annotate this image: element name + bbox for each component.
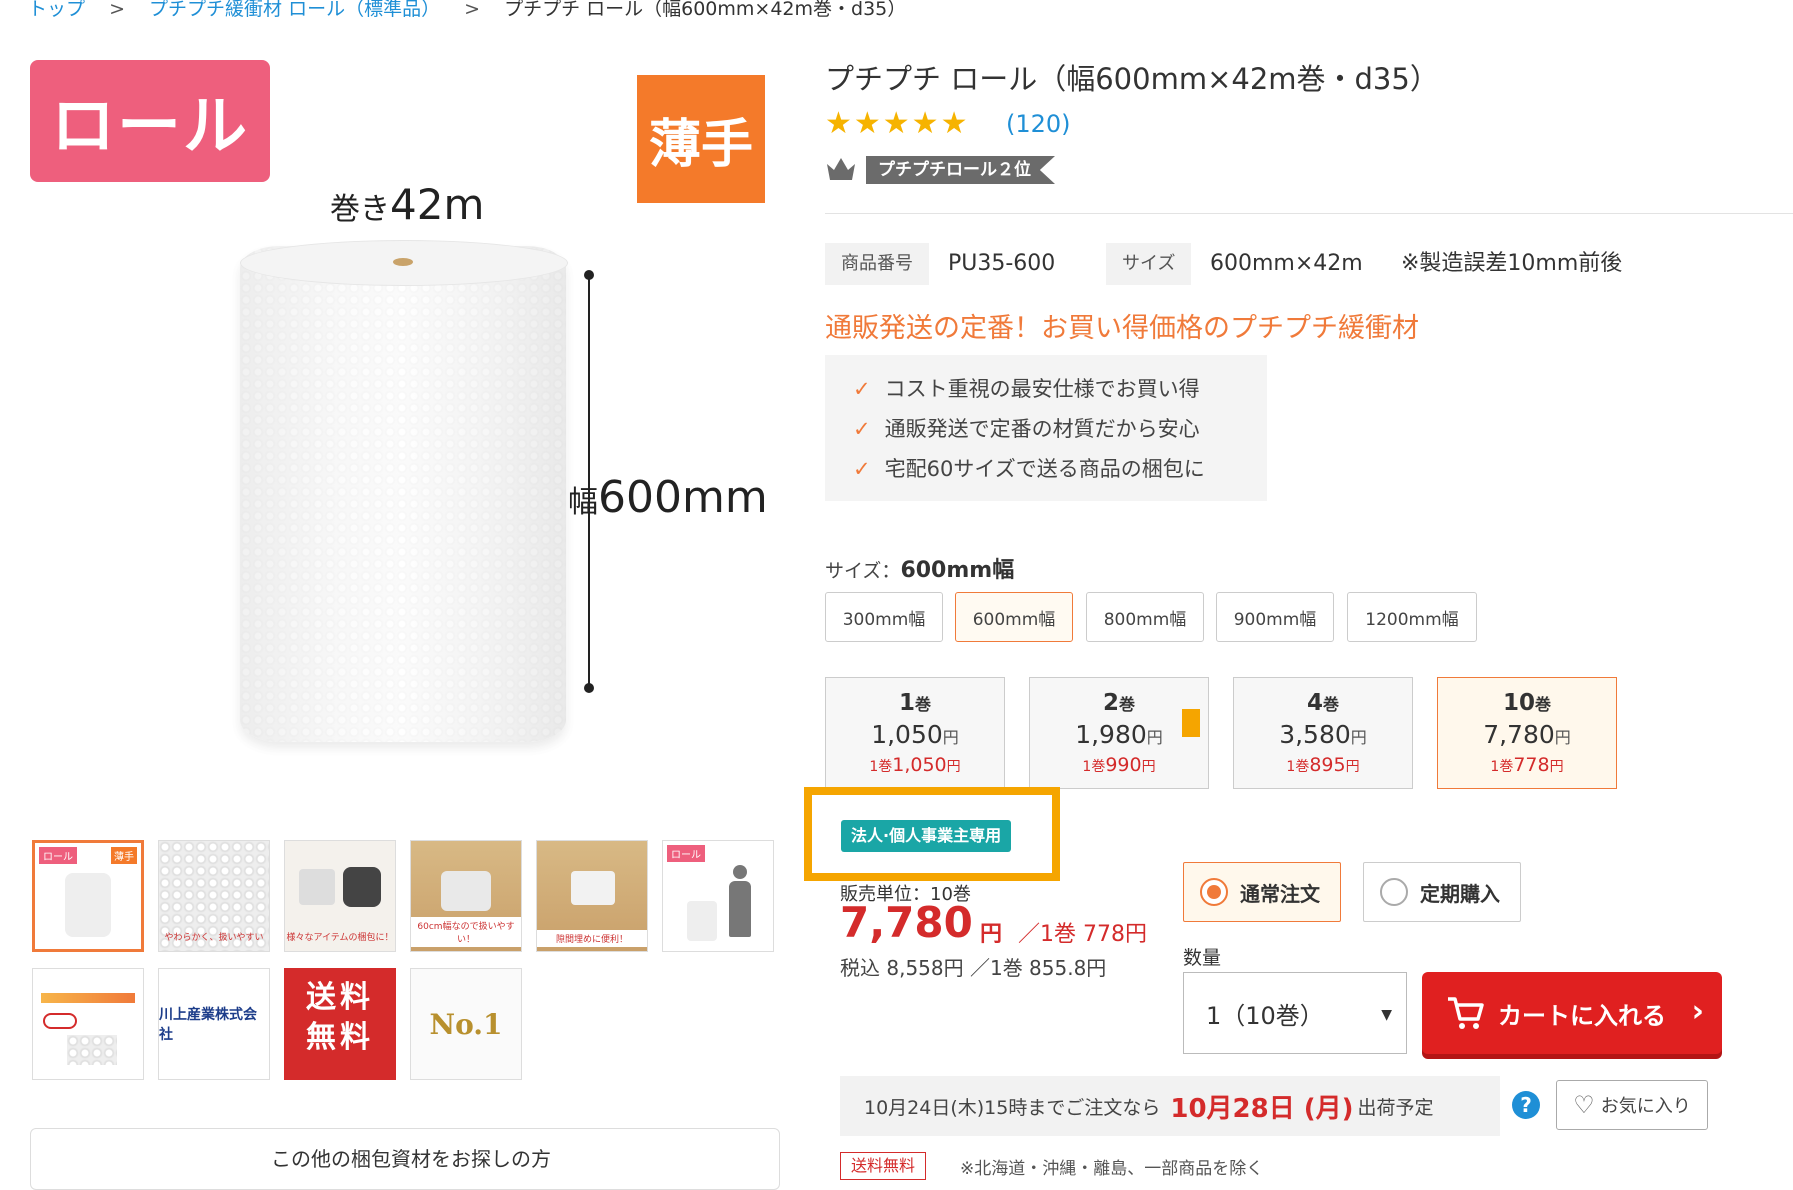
- favorite-button[interactable]: ♡ お気に入り: [1556, 1080, 1708, 1130]
- roll-core: [393, 258, 413, 266]
- heart-icon: ♡: [1573, 1091, 1595, 1119]
- thin-badge: 薄手: [637, 75, 765, 203]
- sku-value: PU35-600: [948, 251, 1056, 276]
- free-shipping-note: ※北海道・沖縄・離島、一部商品を除く: [960, 1159, 1264, 1179]
- free-shipping-tag: 送料無料: [840, 1152, 927, 1180]
- thumbnail-2[interactable]: やわらかく、扱いやすい: [158, 840, 270, 952]
- size-spec-note: ※製造誤差10mm前後: [1401, 251, 1623, 276]
- size-option-600[interactable]: 600mm幅: [955, 592, 1073, 642]
- thumb-caption: 隙間埋めに便利！: [537, 930, 647, 947]
- review-count-link[interactable]: (120): [1006, 110, 1071, 138]
- thumbnail-10[interactable]: No.1: [410, 968, 522, 1080]
- price-per-unit: ／1巻 778円: [1018, 922, 1147, 947]
- qty-card-1[interactable]: 1巻 1,050円 1巻1,050円: [825, 677, 1005, 789]
- corporate-only-badge: 法人·個人事業主専用: [841, 820, 1012, 852]
- feature-list: ✓ コスト重視の最安仕様でお買い得 ✓ 通販発送で定番の材質だから安心 ✓ 宅配60サ…: [825, 355, 1267, 501]
- rating-stars-icon: ★★★★★: [825, 106, 970, 141]
- chevron-down-icon: ▼: [1381, 1007, 1392, 1023]
- thumb-caption: やわらかく、扱いやすい: [164, 933, 264, 943]
- divider: [825, 213, 1793, 214]
- other-materials-bar[interactable]: この他の梱包資材をお探しの方: [30, 1128, 780, 1190]
- breadcrumb-separator: >: [464, 0, 481, 20]
- radio-on-icon: [1200, 878, 1228, 906]
- shipping-info: 10月24日(木)15時までご注文なら 10月28日 (月) 出荷予定: [840, 1076, 1500, 1136]
- thumb-caption: No.1: [429, 1007, 503, 1041]
- breadcrumb-link-top[interactable]: トップ: [28, 0, 85, 20]
- thumb-thin-tag: 薄手: [111, 847, 137, 864]
- size-option-900[interactable]: 900mm幅: [1216, 592, 1334, 642]
- thumbnail-1[interactable]: ロール 薄手: [32, 840, 144, 952]
- highlight-marker: [1182, 709, 1200, 737]
- thumbnail-4[interactable]: 60cm幅なので扱いやすい！: [410, 840, 522, 952]
- other-materials-label: この他の梱包資材をお探しの方: [271, 1147, 551, 1171]
- feature-item: ✓ コスト重視の最安仕様でお買い得: [853, 377, 1200, 401]
- product-headline: 通販発送の定番！お買い得価格のプチプチ緩衝材: [825, 313, 1419, 344]
- sku-label: 商品番号: [825, 243, 929, 285]
- add-to-cart-button[interactable]: カートに入れる ›: [1422, 972, 1722, 1054]
- product-title: プチプチ ロール（幅600mm×42m巻・d35）: [825, 62, 1439, 96]
- thumbnail-3[interactable]: 様々なアイテムの梱包に！: [284, 840, 396, 952]
- thumb-roll-tag: ロール: [667, 845, 705, 862]
- thumbnail-9[interactable]: 送料無料: [284, 968, 396, 1080]
- check-icon: ✓: [853, 417, 871, 441]
- product-roll-shade: [240, 246, 566, 742]
- size-option-1200[interactable]: 1200mm幅: [1347, 592, 1477, 642]
- thumb-roll-image: [65, 873, 111, 937]
- thumbnail-8[interactable]: 川上産業株式会社: [158, 968, 270, 1080]
- thumb-caption: 川上産業株式会社: [159, 1007, 257, 1043]
- ranking-badge: プチプチロール２位: [866, 156, 1055, 184]
- size-spec-value: 600mm×42m: [1210, 251, 1363, 276]
- order-normal-option[interactable]: 通常注文: [1183, 862, 1341, 922]
- thumb-caption: 様々なアイテムの梱包に！: [286, 933, 394, 943]
- quantity-label: 数量: [1183, 947, 1222, 969]
- size-option-800[interactable]: 800mm幅: [1086, 592, 1204, 642]
- dimension-dot: [584, 270, 594, 280]
- breadcrumb: トップ > プチプチ緩衝材 ロール（標準品） > プチプチ ロール（幅600mm…: [28, 0, 906, 21]
- thumbnail-5[interactable]: 隙間埋めに便利！: [536, 840, 648, 952]
- crown-icon: [827, 158, 855, 180]
- quantity-select[interactable]: 1（10巻） ▼: [1183, 972, 1407, 1054]
- thumb-caption: 60cm幅なので扱いやすい！: [411, 917, 521, 947]
- size-selector-label: サイズ：600mm幅: [825, 558, 1015, 583]
- price-yen: 円: [980, 922, 1003, 947]
- chevron-right-icon: ›: [1691, 994, 1704, 1029]
- cart-icon: [1448, 997, 1484, 1029]
- thumbnail-6[interactable]: ロール: [662, 840, 774, 952]
- help-icon[interactable]: ?: [1512, 1091, 1540, 1119]
- price-value: 7,780: [840, 898, 973, 947]
- order-subscription-option[interactable]: 定期購入: [1363, 862, 1521, 922]
- qty-card-4[interactable]: 4巻 3,580円 1巻895円: [1233, 677, 1413, 789]
- thumb-caption: 送料無料: [306, 980, 374, 1055]
- size-option-300[interactable]: 300mm幅: [825, 592, 943, 642]
- radio-off-icon: [1380, 878, 1408, 906]
- check-icon: ✓: [853, 457, 871, 481]
- roll-badge: ロール: [30, 60, 270, 182]
- roll-length-label: 巻き42m: [330, 180, 485, 229]
- feature-item: ✓ 通販発送で定番の材質だから安心: [853, 417, 1200, 441]
- breadcrumb-separator: >: [109, 0, 125, 20]
- check-icon: ✓: [853, 377, 871, 401]
- dimension-dot: [584, 683, 594, 693]
- roll-width-label: 幅600mm: [568, 472, 768, 523]
- thumbnail-7[interactable]: [32, 968, 144, 1080]
- price-tax-included: 税込 8,558円 ／1巻 855.8円: [840, 956, 1107, 980]
- breadcrumb-link-category[interactable]: プチプチ緩衝材 ロール（標準品）: [149, 0, 440, 20]
- size-spec-label: サイズ: [1106, 243, 1192, 285]
- feature-item: ✓ 宅配60サイズで送る商品の梱包に: [853, 457, 1205, 481]
- qty-card-10[interactable]: 10巻 7,780円 1巻778円: [1437, 677, 1617, 789]
- thumb-roll-tag: ロール: [39, 847, 77, 864]
- breadcrumb-current: プチプチ ロール（幅600mm×42m巻・d35）: [504, 0, 907, 20]
